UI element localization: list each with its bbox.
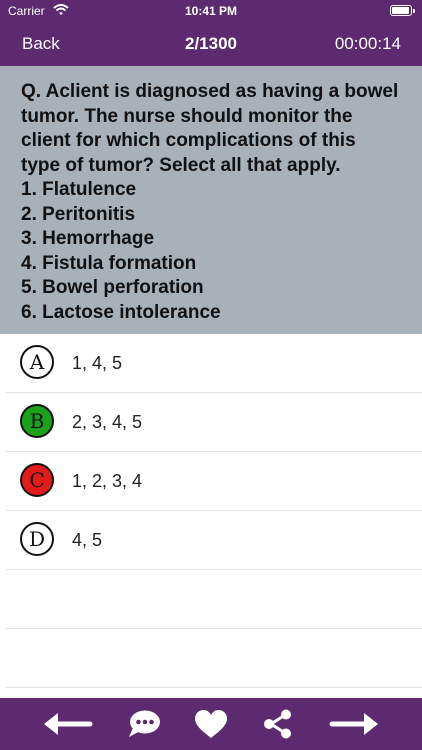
answer-badge-a: A: [20, 345, 54, 379]
heart-icon[interactable]: [184, 708, 238, 740]
arrow-right-icon[interactable]: [328, 708, 382, 740]
question-text-line: type of tumor? Select all that apply.: [21, 154, 341, 176]
arrow-left-icon[interactable]: [40, 708, 94, 740]
answer-badge-d: D: [20, 522, 54, 556]
question-text-line: tumor. The nurse should monitor the: [21, 105, 353, 127]
answer-text-c: 1, 2, 3, 4: [72, 471, 143, 491]
share-icon[interactable]: [250, 708, 304, 740]
empty-list-row: [6, 629, 422, 688]
question-option-6: 6. Lactose intolerance: [21, 301, 221, 323]
question-option-5: 5. Bowel perforation: [21, 277, 204, 298]
question-option-1: 1. Flatulence: [21, 179, 137, 200]
answer-text-b: 2, 3, 4, 5: [72, 412, 143, 432]
answer-badge-c: C: [20, 463, 54, 497]
question-option-4: 4. Fistula formation: [21, 252, 197, 274]
bottom-toolbar: [0, 698, 422, 750]
nav-bar: Back 2/1300 00:00:14: [0, 22, 422, 66]
answer-row-b[interactable]: B 2, 3, 4, 5: [6, 393, 422, 452]
status-time: 10:41 PM: [184, 4, 238, 18]
answer-text-a: 1, 4, 5: [72, 353, 123, 373]
question-text-line: Q. Aclient is diagnosed as having a bowe…: [21, 81, 399, 102]
question-text-line: client for which complications of this: [21, 130, 356, 151]
empty-list-row: [6, 570, 422, 629]
answer-row-a[interactable]: A 1, 4, 5: [6, 334, 422, 393]
status-bar: Carrier 10:41 PM: [0, 0, 422, 22]
answer-list: A 1, 4, 5 B 2, 3, 4, 5 C 1, 2, 3, 4 D 4,…: [0, 334, 422, 688]
battery-icon: [390, 5, 415, 16]
answer-text-d: 4, 5: [72, 530, 103, 550]
answer-row-d[interactable]: D 4, 5: [6, 511, 422, 570]
quiz-timer: 00:00:14: [334, 34, 401, 53]
question-option-2: 2. Peritonitis: [21, 203, 136, 225]
question-option-3: 3. Hemorrhage: [21, 228, 155, 249]
answer-row-c[interactable]: C 1, 2, 3, 4: [6, 452, 422, 511]
comment-icon[interactable]: [118, 708, 172, 740]
answer-badge-b: B: [20, 404, 54, 438]
question-panel: Q. Aclient is diagnosed as having a bowe…: [0, 66, 422, 334]
